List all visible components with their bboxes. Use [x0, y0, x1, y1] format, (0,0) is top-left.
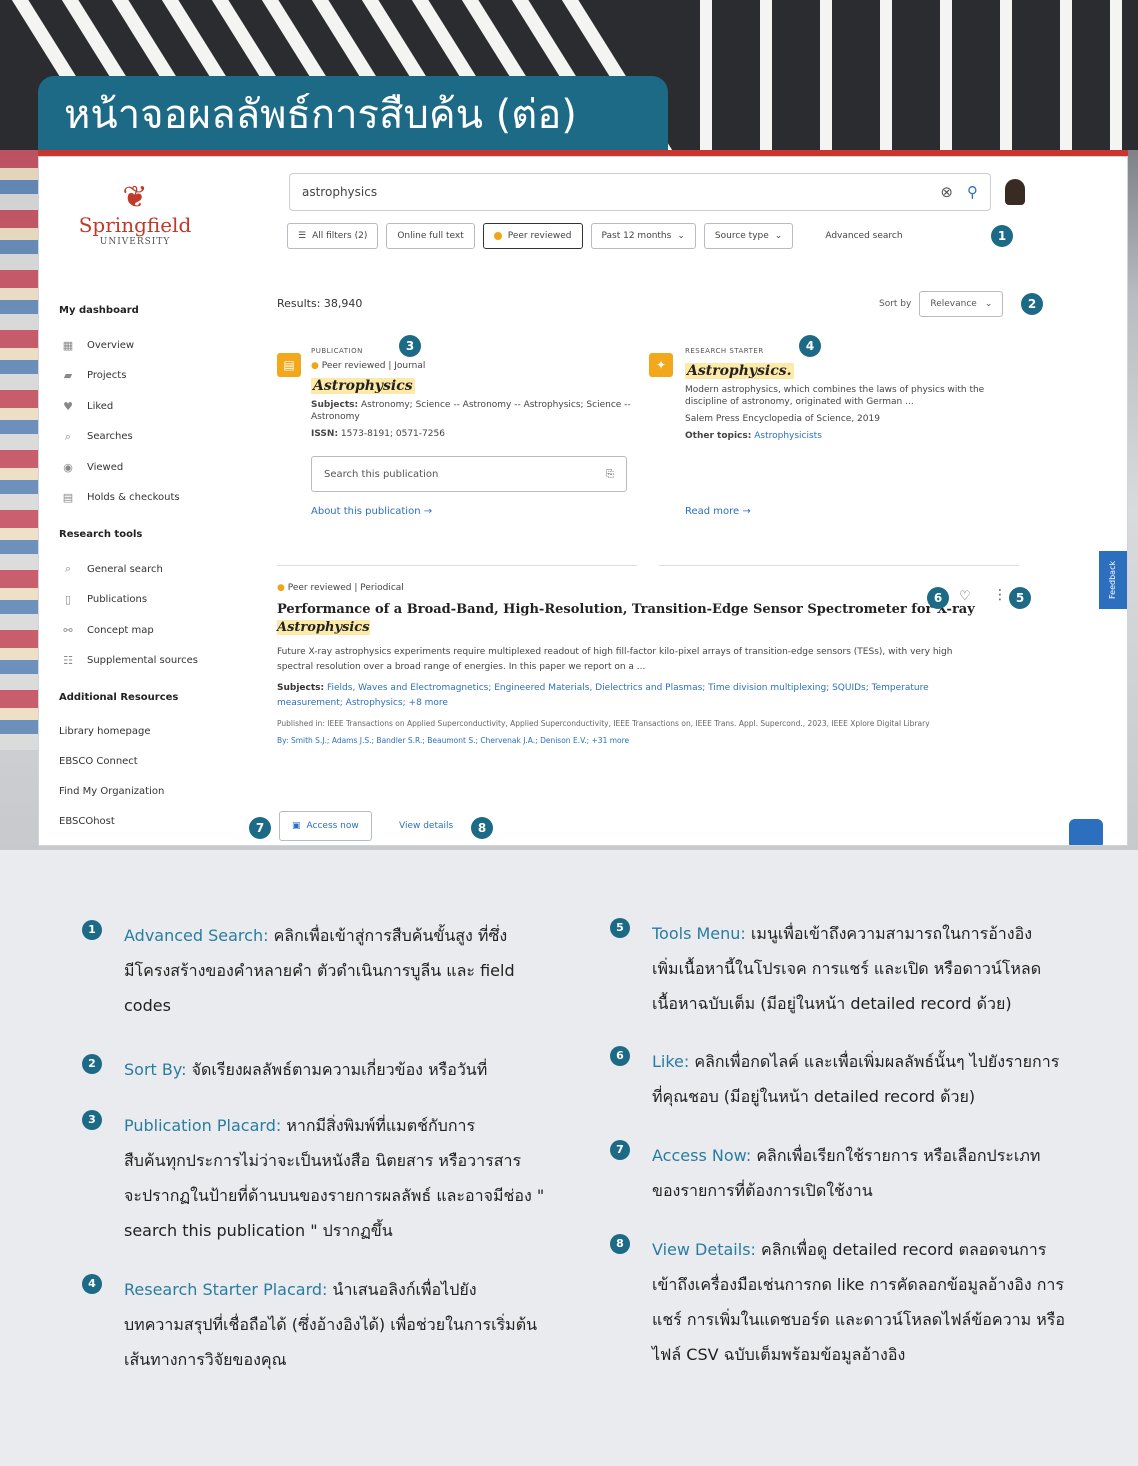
- all-filters-button[interactable]: ☰ All filters (2): [287, 223, 379, 249]
- heart-icon[interactable]: ♡: [959, 589, 971, 604]
- pdf-icon: ▣: [292, 821, 301, 831]
- about-publication-link[interactable]: About this publication →: [311, 506, 641, 517]
- search-icon: ⌕: [64, 429, 72, 443]
- peer-reviewed-icon: ●: [277, 583, 285, 593]
- peer-reviewed-icon: [493, 232, 502, 240]
- callout-6: 6: [927, 587, 949, 609]
- sidebar-link-ebsco-connect[interactable]: EBSCO Connect: [59, 747, 229, 777]
- placard-type: PUBLICATION: [311, 347, 363, 355]
- placard-meta: ● Peer reviewed | Journal: [311, 361, 426, 371]
- advanced-search-link[interactable]: Advanced search: [825, 231, 902, 241]
- filter-bar: ☰ All filters (2) Online full text Peer r…: [287, 223, 903, 249]
- placard-type: RESEARCH STARTER: [685, 347, 764, 355]
- sidebar: My dashboard ▦ Overview ▰ Projects ♥ Liked …: [59, 305, 229, 837]
- sidebar-link-find-org[interactable]: Find My Organization: [59, 777, 229, 807]
- bookshelf-photo: [0, 150, 40, 750]
- results-count: Results: 38,940: [277, 297, 363, 310]
- source-type-filter[interactable]: Source type ⌄: [703, 223, 794, 249]
- peer-reviewed-filter[interactable]: Peer reviewed: [482, 223, 583, 249]
- heart-icon: ♥: [63, 399, 73, 413]
- research-starter-source: Salem Press Encyclopedia of Science, 201…: [685, 414, 880, 424]
- publication-issn: ISSN: 1573-8191; 0571-7256: [311, 429, 445, 439]
- eye-icon: ◉: [63, 460, 73, 474]
- grid-icon: ▦: [62, 338, 74, 352]
- article-subjects: Subjects: Fields, Waves and Electromagne…: [277, 683, 929, 708]
- peer-reviewed-icon: ●: [311, 361, 319, 371]
- publication-placard: PUBLICATION ● Peer reviewed | Journal As…: [311, 347, 641, 517]
- callout-5: 5: [1009, 587, 1031, 609]
- page-title: หน้าจอผลลัพธ์การสืบค้น (ต่อ): [38, 76, 668, 154]
- sort-select[interactable]: Relevance ⌄: [919, 291, 1004, 317]
- more-options-icon[interactable]: ⋮: [993, 587, 1007, 603]
- sidebar-heading-tools: Research tools: [59, 529, 143, 540]
- avatar[interactable]: [1005, 179, 1025, 205]
- sidebar-heading-dashboard: My dashboard: [59, 305, 139, 316]
- sidebar-item-general-search[interactable]: ⌕ General search: [59, 554, 229, 585]
- sidebar-heading-resources: Additional Resources: [59, 692, 179, 703]
- publication-subjects: Subjects: Astronomy; Science -- Astronom…: [311, 400, 631, 422]
- sort-label: Sort by: [879, 299, 912, 309]
- feedback-tab[interactable]: Feedback: [1099, 551, 1127, 609]
- search-icon: ⌕: [64, 562, 72, 576]
- sidebar-item-publications[interactable]: ▯ Publications: [59, 585, 229, 616]
- sidebar-item-searches[interactable]: ⌕ Searches: [59, 422, 229, 453]
- article-published: Published in: IEEE Transactions on Appli…: [277, 719, 930, 728]
- research-starter-other: Other topics: Astrophysicists: [685, 431, 822, 441]
- access-now-button[interactable]: ▣ Access now: [279, 811, 372, 841]
- callout-4: 4: [799, 335, 821, 357]
- search-publication-input[interactable]: Search this publication ⎘: [311, 456, 627, 492]
- research-starter-title[interactable]: Astrophysics.: [685, 363, 794, 379]
- document-icon: ▯: [64, 593, 72, 607]
- result-item: ● Peer reviewed | Periodical Performance…: [277, 583, 977, 745]
- filter-icon: ☰: [298, 231, 307, 241]
- search-icon[interactable]: ⚲: [967, 183, 978, 201]
- sidebar-item-supplemental[interactable]: ☷ Supplemental sources: [59, 646, 229, 677]
- book-icon: ▤: [62, 491, 74, 505]
- callout-8: 8: [471, 817, 493, 839]
- sidebar-item-holds[interactable]: ▤ Holds & checkouts: [59, 483, 229, 514]
- online-full-text-filter[interactable]: Online full text: [386, 223, 475, 249]
- sidebar-item-overview[interactable]: ▦ Overview: [59, 330, 229, 361]
- research-starter-desc: Modern astrophysics, which combines the …: [685, 385, 985, 407]
- ebsco-results-screenshot: ❦ Springfield UNIVERSITY astrophysics ⊗ …: [38, 156, 1128, 846]
- sidebar-item-projects[interactable]: ▰ Projects: [59, 361, 229, 392]
- divider: [277, 565, 637, 566]
- banner: หน้าจอผลลัพธ์การสืบค้น (ต่อ) ❦ Springfie…: [0, 0, 1138, 850]
- date-filter[interactable]: Past 12 months ⌄: [590, 223, 696, 249]
- callout-2: 2: [1021, 293, 1043, 315]
- article-meta: ● Peer reviewed | Periodical: [277, 583, 404, 593]
- chevron-down-icon: ⌄: [984, 299, 993, 309]
- sidebar-item-liked[interactable]: ♥ Liked: [59, 391, 229, 422]
- article-title[interactable]: Performance of a Broad-Band, High-Resolu…: [277, 601, 977, 637]
- lightbulb-icon: ✦: [649, 353, 673, 377]
- clear-icon[interactable]: ⊗: [940, 183, 953, 201]
- article-abstract: Future X-ray astrophysics experiments re…: [277, 647, 953, 672]
- search-input[interactable]: astrophysics ⊗ ⚲: [289, 173, 991, 211]
- publication-icon: ▤: [277, 353, 301, 377]
- university-logo[interactable]: ❦ Springfield UNIVERSITY: [75, 180, 195, 248]
- seal-icon: ❦: [122, 180, 148, 215]
- document-search-icon[interactable]: ⎘: [606, 469, 614, 480]
- article-authors[interactable]: By: Smith S.J.; Adams J.S.; Bandler S.R.…: [277, 736, 977, 745]
- chat-icon[interactable]: [1069, 819, 1103, 845]
- search-query[interactable]: astrophysics: [302, 185, 926, 199]
- callout-3: 3: [399, 335, 421, 357]
- callout-1: 1: [991, 225, 1013, 247]
- publication-title[interactable]: Astrophysics: [311, 378, 415, 394]
- callout-7: 7: [249, 817, 271, 839]
- network-icon: ⚯: [63, 623, 73, 637]
- research-starter-placard: RESEARCH STARTER Astrophysics. Modern as…: [685, 347, 1015, 517]
- sidebar-link-library[interactable]: Library homepage: [59, 717, 229, 747]
- sidebar-item-concept-map[interactable]: ⚯ Concept map: [59, 615, 229, 646]
- sidebar-link-ebscohost[interactable]: EBSCOhost: [59, 807, 229, 837]
- list-icon: ☷: [63, 654, 73, 668]
- read-more-link[interactable]: Read more →: [685, 506, 1015, 517]
- chevron-down-icon: ⌄: [677, 231, 685, 241]
- sort-control: Sort by Relevance ⌄: [879, 291, 1004, 317]
- sidebar-item-viewed[interactable]: ◉ Viewed: [59, 452, 229, 483]
- chevron-down-icon: ⌄: [774, 231, 783, 241]
- folder-icon: ▰: [63, 369, 73, 383]
- divider: [659, 565, 1019, 566]
- view-details-link[interactable]: View details: [399, 821, 453, 831]
